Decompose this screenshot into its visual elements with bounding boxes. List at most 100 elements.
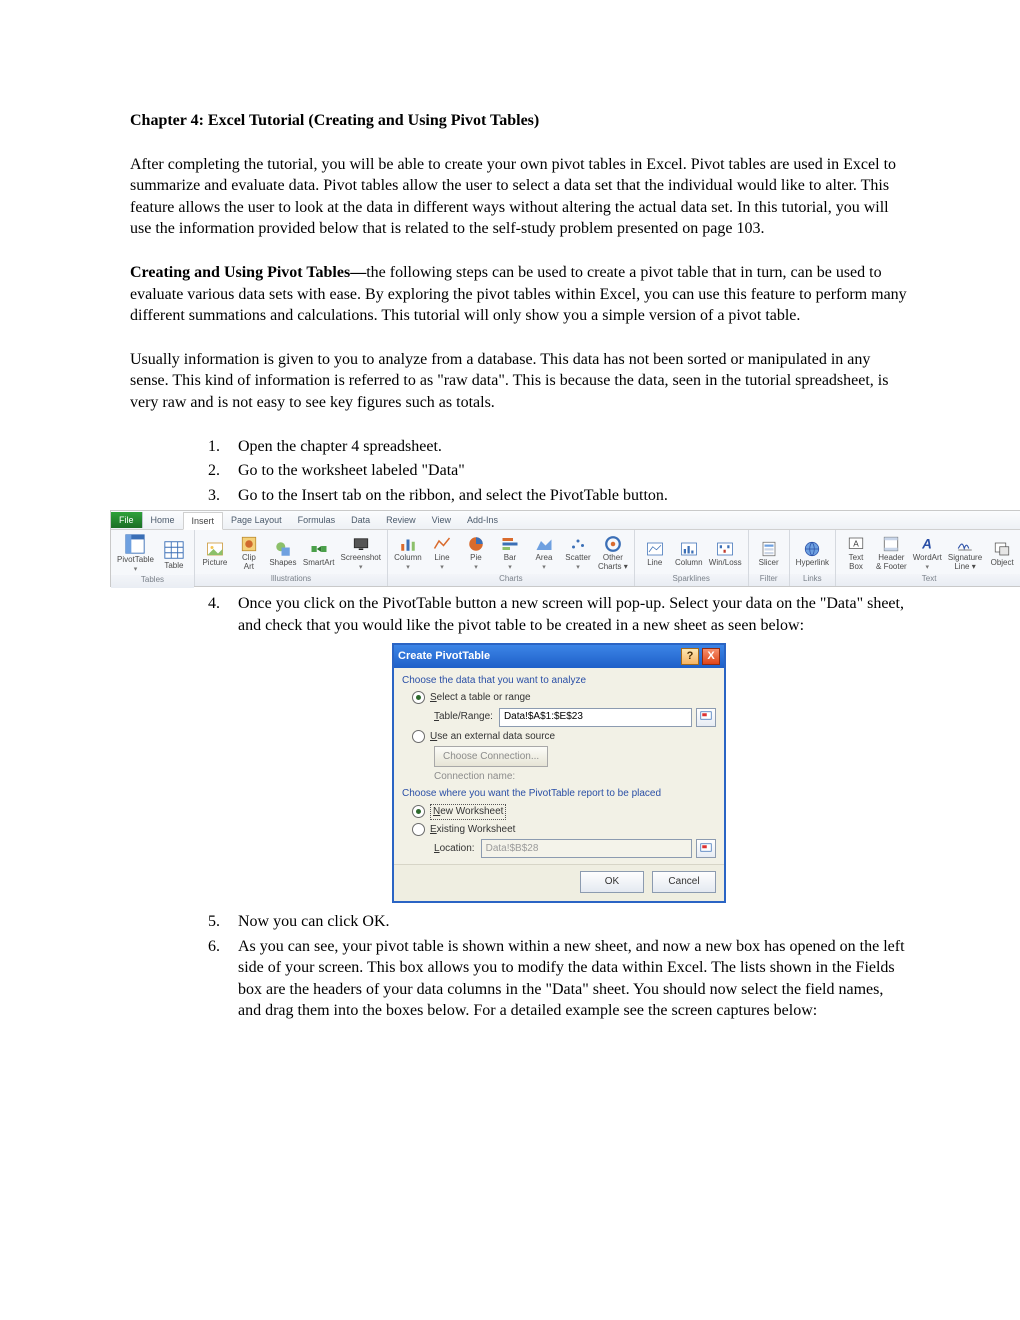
- screenshot-button[interactable]: Screenshot▾: [340, 535, 380, 572]
- location-input: Data!$B$28: [481, 839, 692, 858]
- svg-text:A: A: [853, 540, 859, 549]
- tab-review[interactable]: Review: [378, 512, 424, 528]
- option-new-worksheet[interactable]: New Worksheet: [412, 804, 716, 820]
- line-chart-button[interactable]: Line▾: [428, 535, 456, 572]
- textbox-icon: A: [847, 535, 865, 553]
- sparkline-column-button[interactable]: Column: [675, 540, 703, 567]
- wordart-button[interactable]: AWordArt▾: [913, 535, 942, 572]
- shapes-button[interactable]: Shapes: [269, 540, 297, 567]
- step-6: As you can see, your pivot table is show…: [208, 936, 910, 1022]
- slicer-icon: [760, 540, 778, 558]
- area-chart-button[interactable]: Area▾: [530, 535, 558, 572]
- radio-selected-icon: [412, 805, 425, 818]
- tab-data[interactable]: Data: [343, 512, 378, 528]
- column-chart-icon: [399, 535, 417, 553]
- create-pivottable-dialog: Create PivotTable ? X Choose the data th…: [392, 643, 726, 904]
- column-chart-button[interactable]: Column▾: [394, 535, 422, 572]
- label-connection-name: Connection name:: [412, 770, 515, 784]
- picture-icon: [206, 540, 224, 558]
- help-button[interactable]: ?: [681, 648, 699, 665]
- cancel-button[interactable]: Cancel: [652, 871, 716, 893]
- step-4: Once you click on the PivotTable button …: [208, 593, 910, 636]
- tab-addins[interactable]: Add-Ins: [459, 512, 506, 528]
- signature-icon: [956, 535, 974, 553]
- range-picker-icon: [700, 843, 712, 855]
- tab-pagelayout[interactable]: Page Layout: [223, 512, 290, 528]
- dialog-title-text: Create PivotTable: [398, 649, 490, 664]
- step-1: Open the chapter 4 spreadsheet.: [208, 436, 910, 458]
- other-charts-button[interactable]: OtherCharts ▾: [598, 535, 628, 571]
- sparkline-line-button[interactable]: Line: [641, 540, 669, 567]
- screenshot-icon: [352, 535, 370, 553]
- object-icon: [993, 540, 1011, 558]
- table-icon: [163, 539, 185, 561]
- object-button[interactable]: Object: [988, 540, 1016, 567]
- group-tables: Tables: [111, 575, 194, 588]
- tab-formulas[interactable]: Formulas: [290, 512, 344, 528]
- pie-chart-icon: [467, 535, 485, 553]
- clipart-icon: [240, 535, 258, 553]
- rawdata-paragraph: Usually information is given to you to a…: [130, 349, 910, 414]
- signature-button[interactable]: SignatureLine ▾: [948, 535, 982, 571]
- option-existing-worksheet[interactable]: Existing Worksheet: [412, 823, 716, 837]
- shapes-icon: [274, 540, 292, 558]
- line-chart-icon: [433, 535, 451, 553]
- pie-chart-button[interactable]: Pie▾: [462, 535, 490, 572]
- tab-home[interactable]: Home: [143, 512, 183, 528]
- option-external-source[interactable]: Use an external data source: [412, 730, 716, 744]
- bar-chart-button[interactable]: Bar▾: [496, 535, 524, 572]
- svg-text:A: A: [921, 536, 932, 551]
- group-text: Text: [836, 574, 1020, 587]
- group-charts: Charts: [388, 574, 634, 587]
- step-3: Go to the Insert tab on the ribbon, and …: [208, 485, 910, 507]
- other-charts-icon: [604, 535, 622, 553]
- range-picker-button[interactable]: [696, 708, 716, 727]
- step-5: Now you can click OK.: [208, 911, 910, 933]
- picture-button[interactable]: Picture: [201, 540, 229, 567]
- sparkline-winloss-button[interactable]: Win/Loss: [709, 540, 742, 567]
- intro-paragraph: After completing the tutorial, you will …: [130, 154, 910, 240]
- scatter-chart-icon: [569, 535, 587, 553]
- slicer-button[interactable]: Slicer: [755, 540, 783, 567]
- dialog-titlebar: Create PivotTable ? X: [394, 645, 724, 668]
- pivottable-button[interactable]: PivotTable▾: [117, 533, 154, 574]
- excel-ribbon: File Home Insert Page Layout Formulas Da…: [110, 510, 1020, 587]
- choose-connection-button: Choose Connection...: [434, 746, 548, 767]
- smartart-button[interactable]: SmartArt: [303, 540, 335, 567]
- hyperlink-icon: [803, 540, 821, 558]
- option-select-range[interactable]: Select a table or range: [412, 691, 716, 705]
- section-choose-data: Choose the data that you want to analyze: [402, 674, 716, 688]
- ribbon-tabs: File Home Insert Page Layout Formulas Da…: [111, 511, 1020, 530]
- sparkline-winloss-icon: [716, 540, 734, 558]
- range-picker-icon: [700, 711, 712, 723]
- pivottable-icon: [124, 533, 146, 555]
- radio-unselected-icon: [412, 823, 425, 836]
- table-button[interactable]: Table: [160, 539, 188, 570]
- headerfooter-icon: [882, 535, 900, 553]
- group-sparklines: Sparklines: [635, 574, 748, 587]
- textbox-button[interactable]: ATextBox: [842, 535, 870, 571]
- clipart-button[interactable]: ClipArt: [235, 535, 263, 571]
- scatter-chart-button[interactable]: Scatter▾: [564, 535, 592, 572]
- tab-file[interactable]: File: [111, 512, 143, 528]
- sparkline-column-icon: [680, 540, 698, 558]
- tab-view[interactable]: View: [424, 512, 459, 528]
- headerfooter-button[interactable]: Header& Footer: [876, 535, 907, 571]
- group-filter: Filter: [749, 574, 789, 587]
- page-title: Chapter 4: Excel Tutorial (Creating and …: [130, 110, 910, 132]
- hyperlink-button[interactable]: Hyperlink: [796, 540, 829, 567]
- location-picker-button[interactable]: [696, 839, 716, 858]
- section-lead: Creating and Using Pivot Tables—: [130, 264, 366, 281]
- smartart-icon: [310, 540, 328, 558]
- tab-insert[interactable]: Insert: [183, 512, 224, 530]
- close-button[interactable]: X: [702, 648, 720, 665]
- radio-unselected-icon: [412, 730, 425, 743]
- sparkline-line-icon: [646, 540, 664, 558]
- ok-button[interactable]: OK: [580, 871, 644, 893]
- step-2: Go to the worksheet labeled "Data": [208, 460, 910, 482]
- group-illustrations: Illustrations: [195, 574, 387, 587]
- wordart-icon: A: [918, 535, 936, 553]
- bar-chart-icon: [501, 535, 519, 553]
- label-table-range: Table/Range:: [412, 710, 493, 724]
- table-range-input[interactable]: Data!$A$1:$E$23: [499, 708, 692, 727]
